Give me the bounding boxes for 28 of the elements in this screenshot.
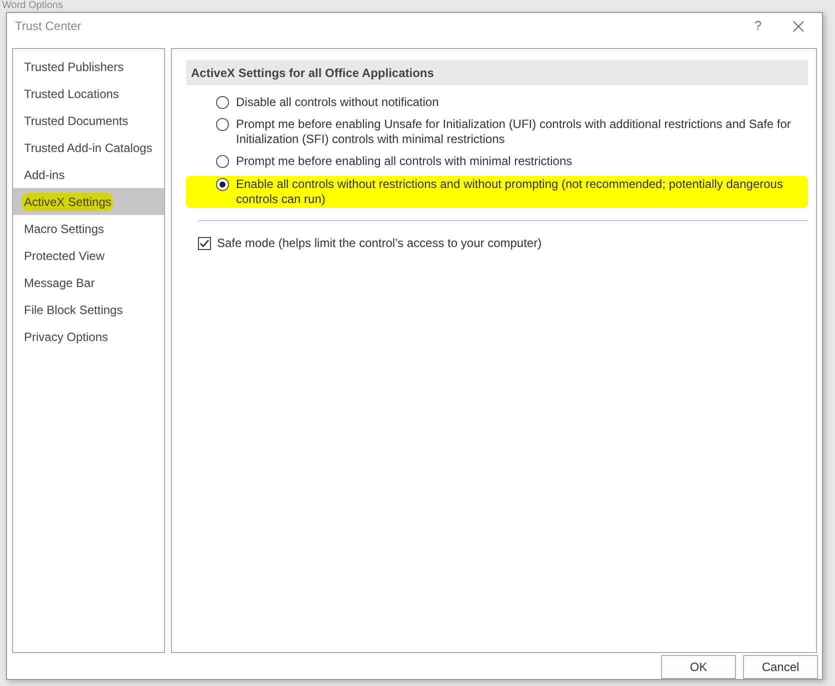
option-label: Disable all controls without notification (236, 95, 440, 110)
window-title: Word Options (2, 0, 63, 11)
checkbox[interactable] (198, 236, 211, 250)
section-header: ActiveX Settings for all Office Applications (186, 60, 808, 85)
window-title: Trust Center (15, 18, 82, 35)
help-button[interactable]: ? (738, 14, 778, 38)
sidebar-item[interactable]: Trusted Add-in Catalogs (13, 134, 164, 161)
sidebar-item[interactable]: Macro Settings (13, 215, 164, 242)
ok-button[interactable]: OK (661, 655, 736, 679)
sidebar-item[interactable]: Trusted Publishers (13, 53, 164, 80)
sidebar-item[interactable]: Protected View (13, 242, 164, 269)
radio-button[interactable] (216, 178, 229, 191)
radio-button[interactable] (216, 118, 229, 131)
sidebar-item[interactable]: Trusted Locations (13, 80, 164, 107)
close-icon (792, 20, 804, 32)
option-label: Enable all controls without restrictions and without prompting (not recommended; potentially dangerous controls can run) (236, 177, 784, 207)
option-label: Prompt me before enabling Unsafe for Initialization (UFI) controls with additional restrictions and Safe for Initialization (SFI) controls with minimal restrictions (236, 117, 791, 147)
checkbox-label: Safe mode (helps limit the control’s access to your computer) (217, 235, 542, 252)
sidebar-item[interactable]: Message Bar (13, 269, 164, 296)
sidebar-item[interactable]: File Block Settings (13, 296, 164, 323)
sidebar-item[interactable]: ActiveX Settings (13, 188, 164, 215)
cancel-button[interactable]: Cancel (743, 655, 818, 679)
sidebar-item[interactable]: Add-ins (13, 161, 164, 188)
sidebar-item[interactable]: Privacy Options (13, 323, 164, 350)
radio-button[interactable] (216, 96, 229, 109)
radio-button[interactable] (216, 155, 229, 168)
sidebar-item[interactable]: Trusted Documents (13, 107, 164, 134)
option-label: Prompt me before enabling all controls with minimal restrictions (236, 154, 574, 169)
